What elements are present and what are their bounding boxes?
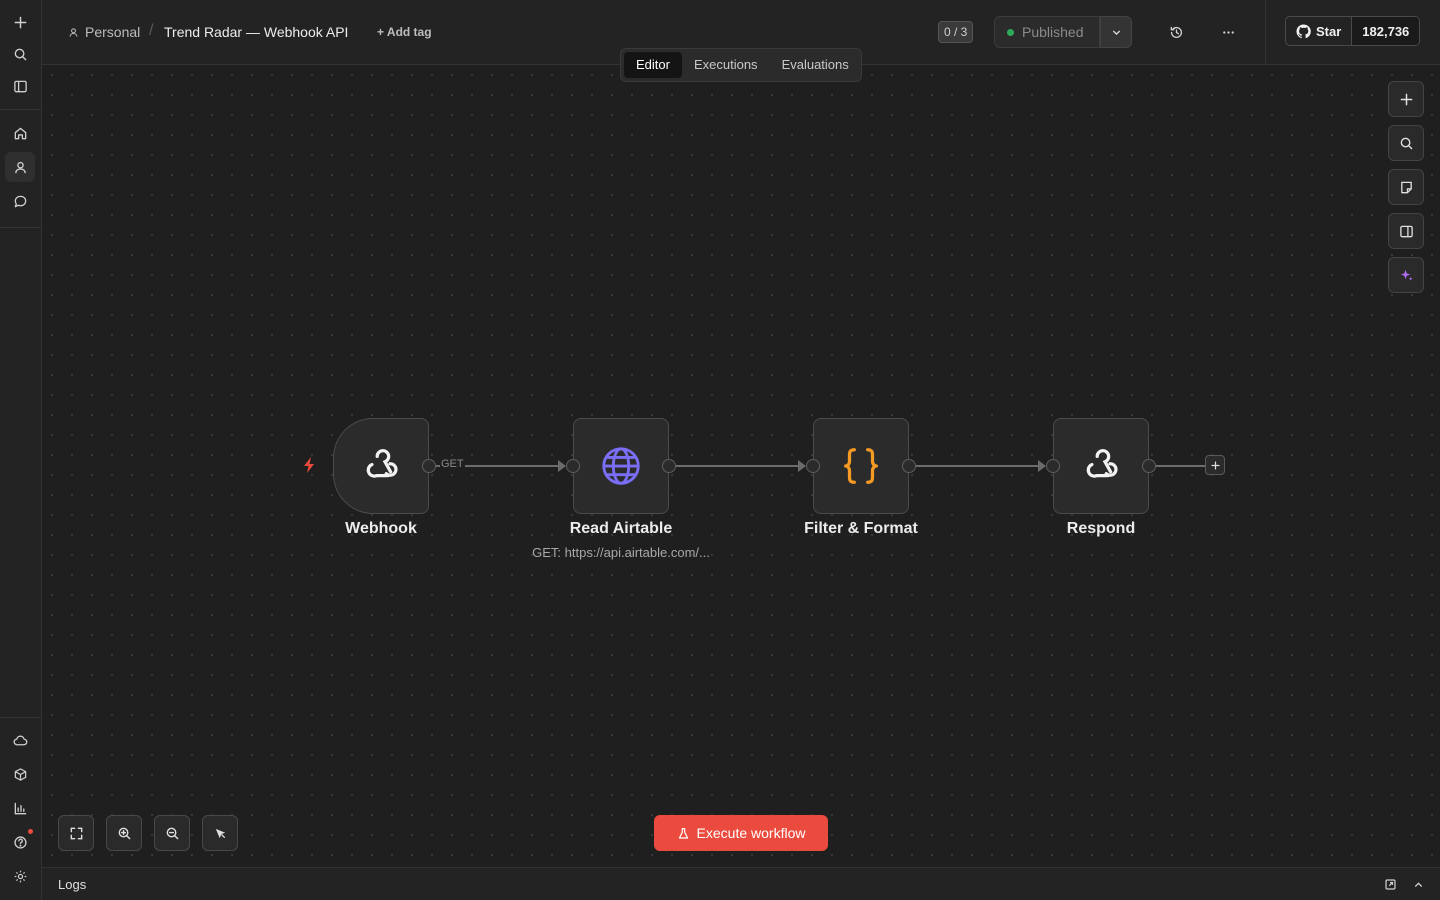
node-label-respond: Respond — [1066, 520, 1136, 537]
execute-workflow-label: Execute workflow — [696, 825, 806, 841]
settings-icon[interactable] — [5, 861, 35, 891]
pointer-mode-button[interactable] — [202, 815, 238, 851]
tab-executions[interactable]: Executions — [682, 52, 770, 78]
node-label-webhook: Webhook — [345, 520, 417, 537]
search-icon[interactable] — [5, 39, 35, 69]
node-filter-format[interactable] — [813, 418, 909, 514]
sparkle-icon — [1400, 269, 1413, 281]
ai-assistant-button[interactable] — [1388, 257, 1424, 293]
webhook-icon — [366, 449, 398, 478]
github-star-button[interactable]: Star — [1286, 17, 1353, 45]
execute-workflow-button[interactable]: Execute workflow — [654, 815, 828, 851]
tab-editor[interactable]: Editor — [624, 52, 682, 78]
logs-label: Logs — [58, 877, 87, 892]
chat-icon[interactable] — [5, 186, 35, 216]
connection-arrow — [1038, 460, 1046, 472]
toggle-panel-button[interactable] — [1388, 213, 1424, 249]
flask-icon — [678, 827, 688, 839]
zoom-in-icon — [118, 827, 130, 839]
breadcrumb-project[interactable]: Personal — [68, 24, 140, 40]
breadcrumb-separator: / — [149, 22, 154, 39]
input-handle[interactable] — [806, 459, 820, 473]
header-divider — [1265, 0, 1266, 64]
github-icon — [1296, 23, 1311, 38]
output-handle[interactable] — [422, 459, 436, 473]
zoom-out-button[interactable] — [154, 815, 190, 851]
sidebar-divider — [0, 227, 41, 228]
user-icon[interactable] — [5, 152, 35, 182]
output-handle[interactable] — [902, 459, 916, 473]
panel-icon[interactable] — [5, 71, 35, 101]
input-handle[interactable] — [1046, 459, 1060, 473]
step-count-badge: 0 / 3 — [938, 21, 974, 43]
plus-icon[interactable] — [5, 7, 35, 37]
github-star-label: Star — [1316, 23, 1342, 39]
home-icon[interactable] — [5, 118, 35, 148]
cloud-icon[interactable] — [5, 725, 35, 755]
node-label-filter-format: Filter & Format — [804, 520, 918, 537]
left-sidebar — [0, 0, 42, 900]
github-star-widget[interactable]: Star 182,736 — [1285, 16, 1421, 46]
search-icon — [1400, 137, 1412, 149]
sticky-note-icon — [1400, 181, 1412, 193]
search-nodes-button[interactable] — [1388, 125, 1424, 161]
user-icon — [69, 27, 78, 37]
node-subtitle-read-airtable: GET: https://api.airtable.com/... — [532, 545, 710, 560]
package-icon[interactable] — [5, 759, 35, 789]
code-braces-icon — [844, 448, 878, 484]
pop-out-icon[interactable] — [1382, 876, 1398, 892]
output-handle[interactable] — [1142, 459, 1156, 473]
chart-icon[interactable] — [5, 793, 35, 823]
connection-respond-to-add — [1156, 465, 1206, 467]
connection-arrow — [798, 460, 806, 472]
add-next-node-button[interactable] — [1205, 455, 1225, 475]
more-options-icon[interactable] — [1216, 20, 1240, 44]
globe-icon — [602, 447, 640, 485]
publish-menu-button[interactable] — [1100, 16, 1132, 48]
connection-arrow — [558, 460, 566, 472]
add-node-button[interactable] — [1388, 81, 1424, 117]
chevron-down-icon — [1112, 30, 1120, 35]
publish-status-button[interactable]: Published — [994, 16, 1100, 48]
add-tag-button[interactable]: + Add tag — [377, 25, 432, 39]
notification-dot — [28, 829, 33, 834]
input-handle[interactable] — [566, 459, 580, 473]
fit-view-button[interactable] — [58, 815, 94, 851]
plus-icon — [1210, 460, 1220, 470]
webhook-icon — [1086, 449, 1118, 478]
connection-read-airtable-to-filter[interactable] — [676, 465, 800, 467]
connection-label: GET — [440, 458, 465, 470]
cursor-icon — [215, 828, 225, 838]
sticky-note-button[interactable] — [1388, 169, 1424, 205]
zoom-out-icon — [166, 827, 178, 839]
node-webhook[interactable] — [333, 418, 429, 514]
panel-right-icon — [1399, 225, 1413, 237]
status-dot — [1007, 28, 1014, 36]
workflow-title[interactable]: Trend Radar — Webhook API — [164, 24, 348, 40]
tab-evaluations[interactable]: Evaluations — [770, 52, 861, 78]
view-tabs: Editor Executions Evaluations — [620, 48, 862, 82]
github-star-count: 182,736 — [1352, 17, 1420, 45]
sidebar-divider — [0, 717, 41, 718]
output-handle[interactable] — [662, 459, 676, 473]
node-respond[interactable] — [1053, 418, 1149, 514]
node-read-airtable[interactable] — [573, 418, 669, 514]
sidebar-divider — [0, 109, 41, 110]
plus-icon — [1400, 93, 1412, 105]
connection-filter-to-respond[interactable] — [916, 465, 1040, 467]
node-label-read-airtable: Read Airtable — [569, 520, 673, 537]
fit-view-icon — [70, 827, 82, 839]
zoom-in-button[interactable] — [106, 815, 142, 851]
trigger-bolt-icon — [304, 457, 314, 473]
publish-status-label: Published — [1022, 24, 1084, 40]
history-icon[interactable] — [1164, 20, 1188, 44]
logs-panel-bar[interactable]: Logs — [42, 867, 1440, 900]
chevron-up-icon[interactable] — [1410, 876, 1426, 892]
project-name: Personal — [85, 24, 141, 40]
